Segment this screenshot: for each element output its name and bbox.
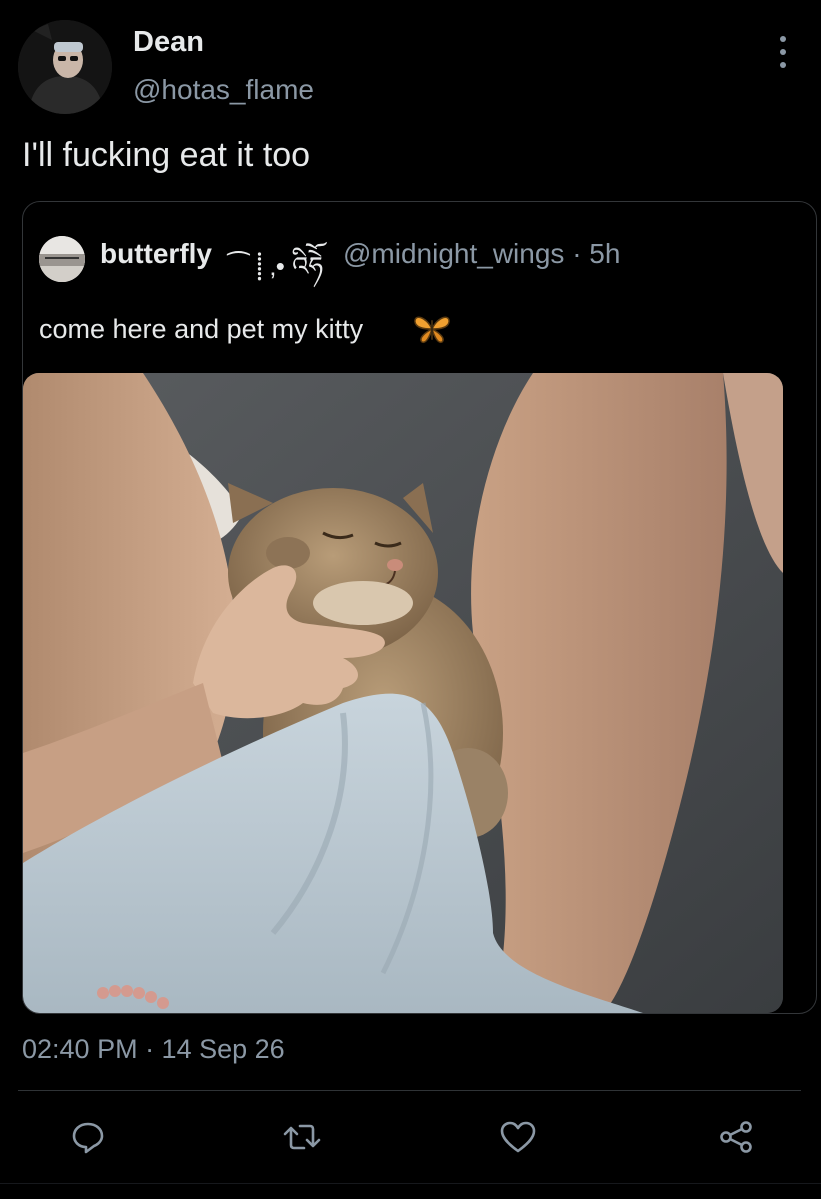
- quote-photo[interactable]: [23, 373, 783, 1013]
- quote-name-decoration: ⁀ ⸽ ‚• འིཧེོ: [228, 251, 324, 281]
- cat-photo-illustration: [23, 373, 783, 1013]
- avatar-photo: [18, 20, 112, 114]
- share-button[interactable]: [714, 1115, 758, 1159]
- quoted-tweet[interactable]: butterfly ⁀ ⸽ ‚• འིཧེོ @midnight_wings ·…: [22, 201, 817, 1014]
- quote-handle-time[interactable]: @midnight_wings · 5h: [343, 238, 620, 270]
- retweet-button[interactable]: [280, 1115, 324, 1159]
- more-dot: [780, 62, 786, 68]
- retweet-icon: [283, 1124, 321, 1150]
- reply-button[interactable]: [66, 1115, 110, 1159]
- quote-text: come here and pet my kitty: [39, 314, 364, 344]
- like-button[interactable]: [496, 1115, 540, 1159]
- bottom-divider: [0, 1183, 821, 1184]
- like-icon: [500, 1121, 536, 1153]
- tweet-text: I'll fucking eat it too: [22, 136, 311, 174]
- quote-author-name[interactable]: butterfly: [100, 238, 212, 270]
- author-handle[interactable]: @hotas_flame: [133, 74, 314, 106]
- reply-icon: [72, 1122, 104, 1154]
- tweet-timestamp[interactable]: 02:40 PM · 14 Sep 26: [22, 1034, 285, 1065]
- divider: [18, 1090, 801, 1091]
- share-icon: [720, 1121, 752, 1153]
- quote-avatar[interactable]: [39, 236, 85, 282]
- author-avatar[interactable]: [18, 20, 112, 114]
- more-options-icon[interactable]: [768, 36, 798, 68]
- more-dot: [780, 49, 786, 55]
- quote-avatar-photo: [39, 236, 85, 282]
- more-dot: [780, 36, 786, 42]
- butterfly-icon: [414, 316, 450, 344]
- author-name[interactable]: Dean: [133, 26, 204, 59]
